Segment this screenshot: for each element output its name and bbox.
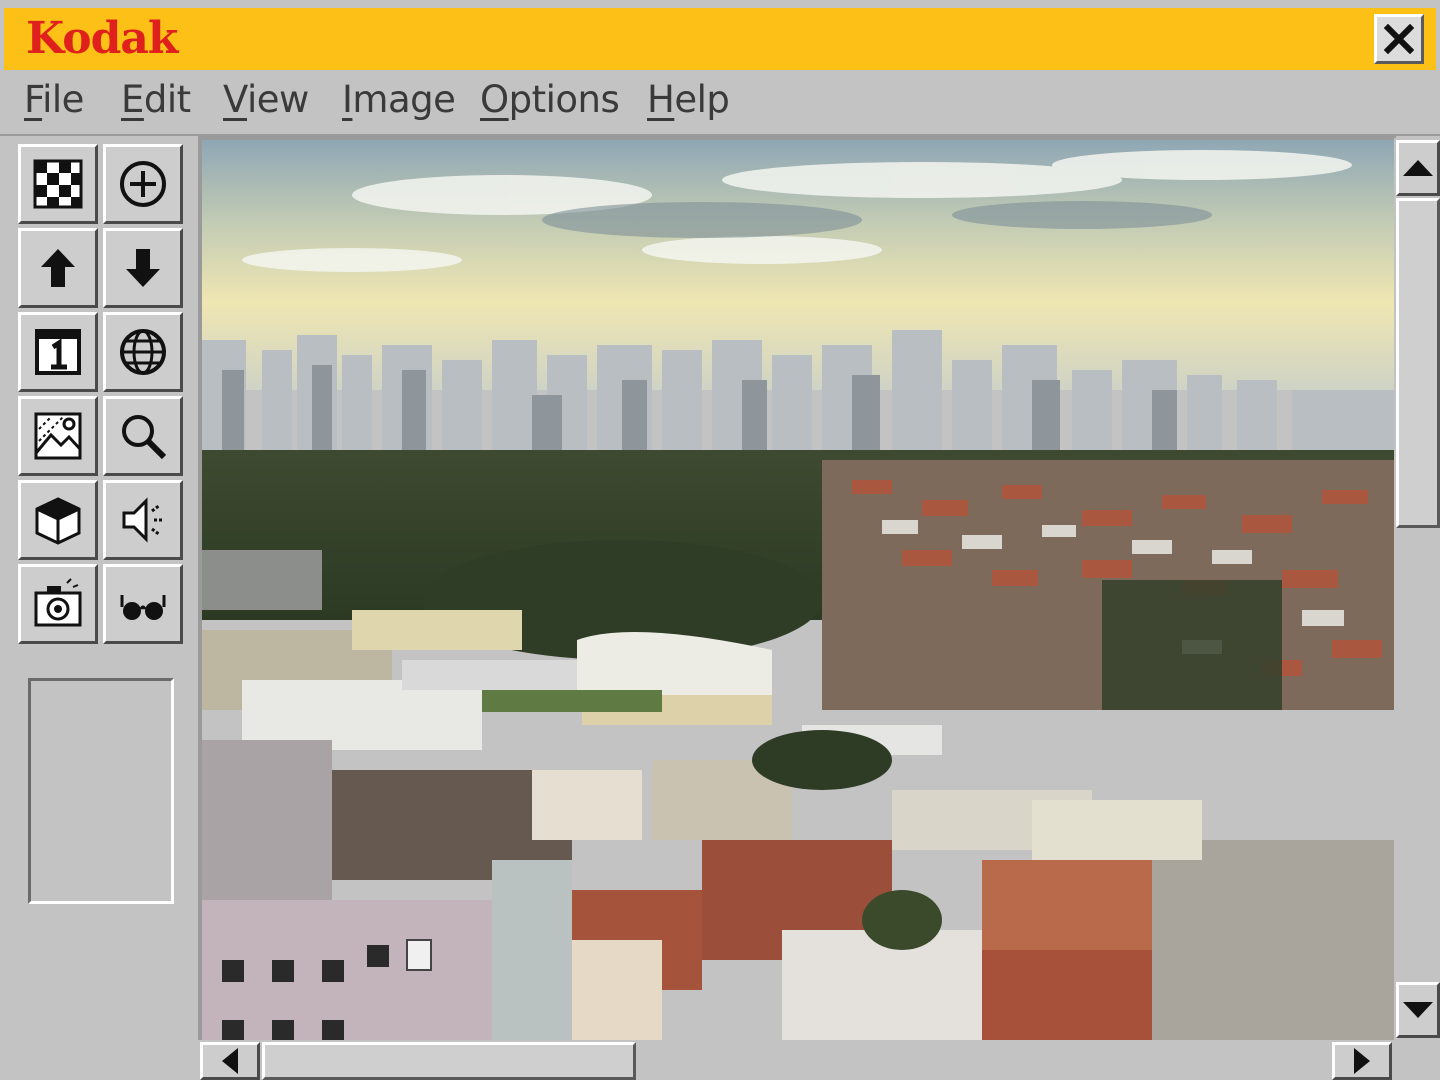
scroll-up-button[interactable]: [1396, 140, 1440, 196]
image-adjust-icon: [34, 412, 82, 460]
glasses-icon: [120, 595, 166, 620]
tool-page-one[interactable]: [18, 312, 98, 392]
triangle-down-icon: [1403, 1002, 1433, 1018]
title-bar: Kodak: [0, 0, 1440, 72]
tool-camera[interactable]: [18, 564, 98, 644]
menu-options[interactable]: Options: [480, 78, 620, 122]
city-skyline-photo: [202, 140, 1396, 1040]
menu-file[interactable]: File: [24, 78, 84, 122]
tool-image-adjust[interactable]: [18, 396, 98, 476]
arrow-down-icon: [126, 249, 160, 287]
zoom-in-icon: [120, 161, 166, 207]
image-viewport[interactable]: [198, 136, 1396, 1040]
tool-move-down[interactable]: [103, 228, 183, 308]
arrow-up-icon: [41, 249, 75, 287]
magnifier-icon: [122, 415, 167, 460]
tool-zoom-in[interactable]: [103, 144, 183, 224]
triangle-left-icon: [222, 1048, 238, 1074]
brand-logo: Kodak: [26, 13, 178, 64]
close-button[interactable]: [1374, 14, 1424, 64]
tool-globe[interactable]: [103, 312, 183, 392]
menu-bar: File Edit View Image Options Help: [0, 72, 1440, 136]
scroll-left-button[interactable]: [200, 1042, 260, 1080]
menu-view[interactable]: View: [223, 78, 309, 122]
tool-checkerboard[interactable]: [18, 144, 98, 224]
scrollbar-corner: [1394, 1040, 1440, 1080]
title-bar-fill: Kodak: [4, 8, 1436, 70]
speaker-icon: [122, 497, 164, 543]
scroll-right-button[interactable]: [1332, 1042, 1392, 1080]
vertical-scroll-thumb[interactable]: [1396, 198, 1440, 528]
menu-help[interactable]: Help: [647, 78, 730, 122]
tool-3d-box[interactable]: [18, 480, 98, 560]
checkerboard-icon: [33, 159, 83, 209]
horizontal-scrollbar[interactable]: [198, 1040, 1394, 1080]
vertical-scrollbar[interactable]: [1394, 138, 1440, 1040]
tool-move-up[interactable]: [18, 228, 98, 308]
camera-icon: [34, 578, 82, 627]
thumbnail-preview: [28, 678, 174, 904]
triangle-right-icon: [1354, 1048, 1370, 1074]
menu-edit[interactable]: Edit: [121, 78, 191, 122]
triangle-up-icon: [1403, 160, 1433, 176]
menu-image[interactable]: Image: [342, 78, 456, 122]
tool-panel: [0, 138, 198, 1080]
close-icon: [1384, 24, 1414, 54]
tool-magnify[interactable]: [103, 396, 183, 476]
tool-sound[interactable]: [103, 480, 183, 560]
tool-glasses[interactable]: [103, 564, 183, 644]
horizontal-scroll-thumb[interactable]: [262, 1042, 636, 1080]
calendar-one-icon: [35, 329, 81, 375]
scroll-down-button[interactable]: [1396, 982, 1440, 1038]
box-3d-icon: [35, 497, 81, 545]
globe-icon: [120, 329, 166, 375]
